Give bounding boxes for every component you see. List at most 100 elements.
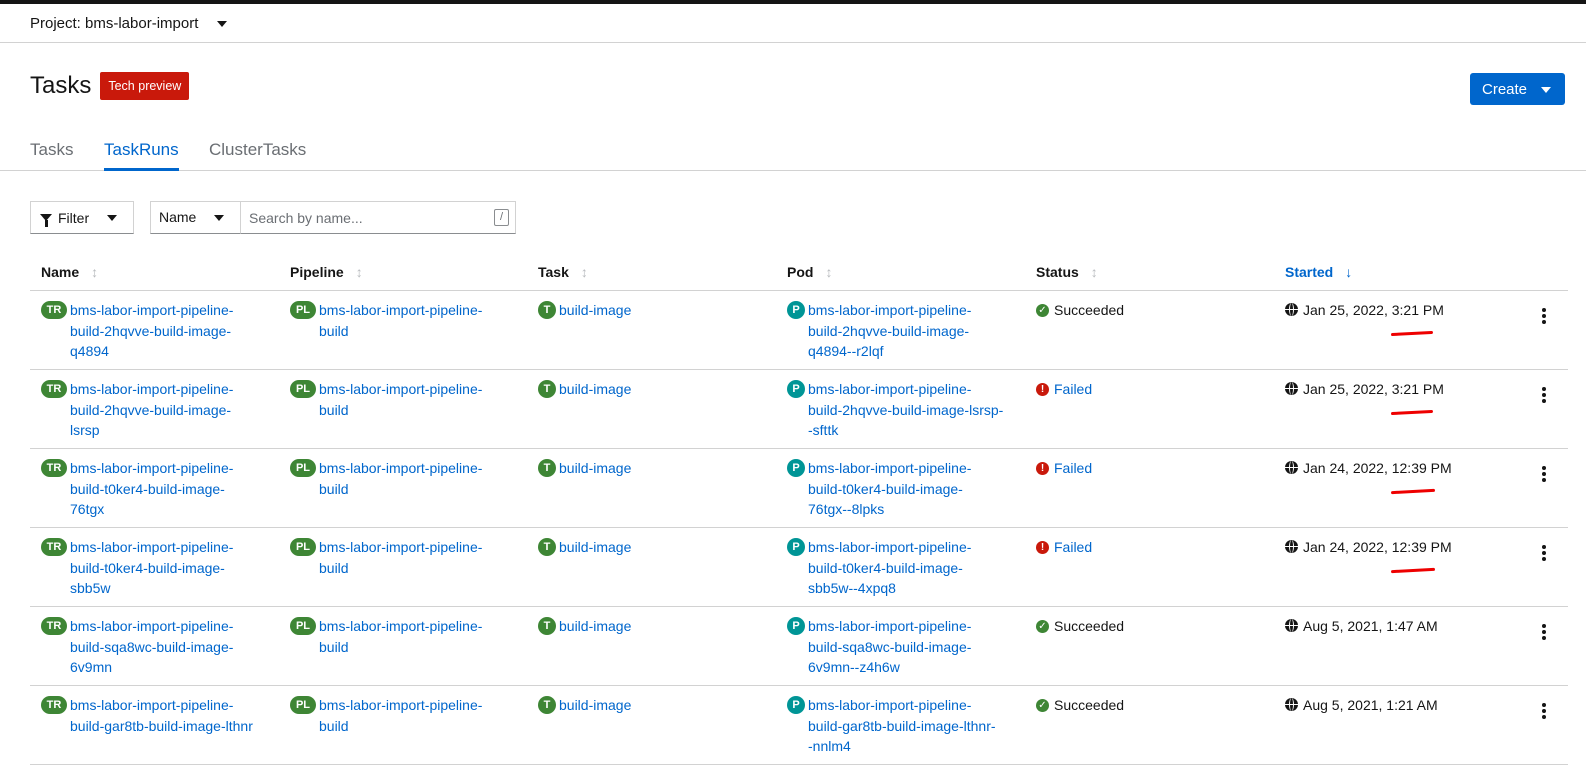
row-actions-kebab-icon[interactable] bbox=[1538, 385, 1550, 405]
taskrun-name-cell: TR bms-labor-import-pipeline- build-t0ker… bbox=[41, 537, 281, 599]
pod-icon: P bbox=[787, 301, 805, 319]
status-label: Succeeded bbox=[1054, 697, 1125, 713]
task-link[interactable]: build-image bbox=[559, 300, 631, 321]
pipeline-link[interactable]: bms-labor-import-pipeline- build bbox=[319, 616, 482, 657]
pod-link[interactable]: bms-labor-import-pipeline- build-gar8tb-… bbox=[808, 695, 996, 757]
check-circle-icon: ✓ bbox=[1036, 304, 1049, 317]
pod-link[interactable]: bms-labor-import-pipeline- build-2hqvve-… bbox=[808, 300, 971, 362]
task-cell: Tbuild-image bbox=[538, 695, 778, 716]
status-label[interactable]: Failed bbox=[1054, 458, 1092, 479]
sort-icon: ↕ bbox=[1090, 264, 1098, 280]
started-timestamp: Aug 5, 2021, 1:47 AM bbox=[1303, 618, 1438, 634]
pipeline-link[interactable]: bms-labor-import-pipeline- build bbox=[319, 458, 482, 499]
column-header-name[interactable]: Name ↕ bbox=[41, 264, 98, 280]
table-row: TR bms-labor-import-pipeline- build-t0ker… bbox=[30, 449, 1568, 528]
tab-tasks[interactable]: Tasks bbox=[30, 140, 73, 171]
row-actions-kebab-icon[interactable] bbox=[1538, 543, 1550, 563]
pod-cell: Pbms-labor-import-pipeline- build-sqa8wc… bbox=[787, 616, 1027, 678]
task-link[interactable]: build-image bbox=[559, 695, 631, 716]
project-selector[interactable]: Project: bms-labor-import bbox=[30, 15, 228, 32]
status-cell: ✓ Succeeded bbox=[1036, 616, 1276, 637]
status-label: Succeeded bbox=[1054, 618, 1125, 634]
table-row: TR bms-labor-import-pipeline- build-t0ker… bbox=[30, 528, 1568, 607]
page-header: Tasks Tech preview bbox=[30, 72, 190, 100]
pipeline-link[interactable]: bms-labor-import-pipeline- build bbox=[319, 379, 482, 420]
column-header-task[interactable]: Task ↕ bbox=[538, 264, 588, 280]
taskrun-icon: TR bbox=[41, 459, 67, 477]
taskrun-name-cell: TR bms-labor-import-pipeline- build-2hqvv… bbox=[41, 379, 281, 441]
filter-button[interactable]: Filter bbox=[30, 201, 134, 234]
column-header-name-label: Name bbox=[41, 264, 80, 280]
pipeline-link[interactable]: bms-labor-import-pipeline- build bbox=[319, 695, 482, 736]
taskrun-icon: TR bbox=[41, 696, 67, 714]
filter-icon bbox=[40, 214, 52, 227]
task-cell: Tbuild-image bbox=[538, 379, 778, 400]
table-row: TR bms-labor-import-pipeline- build-gar8t… bbox=[30, 686, 1568, 765]
exclamation-circle-icon: ! bbox=[1036, 383, 1049, 396]
tab-taskruns[interactable]: TaskRuns bbox=[104, 140, 179, 171]
page-title: Tasks bbox=[30, 72, 92, 99]
status-label[interactable]: Failed bbox=[1054, 379, 1092, 400]
column-header-started-label: Started bbox=[1285, 264, 1334, 280]
caret-down-icon bbox=[107, 215, 117, 221]
pod-link[interactable]: bms-labor-import-pipeline- build-2hqvve-… bbox=[808, 379, 1003, 441]
taskrun-icon: TR bbox=[41, 301, 67, 319]
task-icon: T bbox=[538, 380, 556, 398]
table-row: TR bms-labor-import-pipeline- build-sqa8w… bbox=[30, 607, 1568, 686]
pod-link[interactable]: bms-labor-import-pipeline- build-t0ker4-… bbox=[808, 537, 971, 599]
status-label[interactable]: Failed bbox=[1054, 537, 1092, 558]
search-input[interactable] bbox=[240, 201, 516, 234]
task-link[interactable]: build-image bbox=[559, 379, 631, 400]
tab-clustertasks[interactable]: ClusterTasks bbox=[209, 140, 306, 171]
pod-icon: P bbox=[787, 696, 805, 714]
annotation-underline bbox=[1390, 409, 1434, 416]
sort-descending-icon: ↓ bbox=[1345, 264, 1353, 280]
tech-preview-badge: Tech preview bbox=[100, 72, 190, 100]
column-header-pipeline[interactable]: Pipeline ↕ bbox=[290, 264, 363, 280]
task-link[interactable]: build-image bbox=[559, 537, 631, 558]
taskrun-link[interactable]: bms-labor-import-pipeline- build-sqa8wc-… bbox=[70, 616, 233, 678]
row-actions-kebab-icon[interactable] bbox=[1538, 464, 1550, 484]
taskrun-link[interactable]: bms-labor-import-pipeline- build-2hqvve-… bbox=[70, 379, 233, 441]
project-selector-label: Project: bms-labor-import bbox=[30, 15, 199, 32]
annotation-underline bbox=[1390, 567, 1436, 574]
create-button-label: Create bbox=[1482, 80, 1528, 98]
column-header-started[interactable]: Started ↓ bbox=[1285, 264, 1352, 280]
pod-link[interactable]: bms-labor-import-pipeline- build-sqa8wc-… bbox=[808, 616, 971, 678]
task-cell: Tbuild-image bbox=[538, 458, 778, 479]
pod-icon: P bbox=[787, 538, 805, 556]
task-cell: Tbuild-image bbox=[538, 300, 778, 321]
taskrun-link[interactable]: bms-labor-import-pipeline- build-t0ker4-… bbox=[70, 458, 233, 520]
pipeline-link[interactable]: bms-labor-import-pipeline- build bbox=[319, 300, 482, 341]
taskrun-link[interactable]: bms-labor-import-pipeline- build-2hqvve-… bbox=[70, 300, 233, 362]
globe-icon bbox=[1285, 382, 1298, 395]
pipeline-link[interactable]: bms-labor-import-pipeline- build bbox=[319, 537, 482, 578]
task-icon: T bbox=[538, 538, 556, 556]
globe-icon bbox=[1285, 461, 1298, 474]
pipeline-cell: PL bms-labor-import-pipeline- build bbox=[290, 379, 530, 420]
sort-icon: ↕ bbox=[580, 264, 588, 280]
filter-label: Filter bbox=[58, 209, 90, 226]
column-header-pod[interactable]: Pod ↕ bbox=[787, 264, 832, 280]
task-icon: T bbox=[538, 301, 556, 319]
pipeline-icon: PL bbox=[290, 696, 316, 714]
check-circle-icon: ✓ bbox=[1036, 620, 1049, 633]
create-button[interactable]: Create bbox=[1470, 73, 1565, 105]
row-actions-kebab-icon[interactable] bbox=[1538, 622, 1550, 642]
filter-type-select[interactable]: Name bbox=[150, 201, 241, 234]
task-link[interactable]: build-image bbox=[559, 458, 631, 479]
pod-link[interactable]: bms-labor-import-pipeline- build-t0ker4-… bbox=[808, 458, 971, 520]
caret-down-icon bbox=[214, 215, 224, 221]
taskrun-link[interactable]: bms-labor-import-pipeline- build-t0ker4-… bbox=[70, 537, 233, 599]
pod-cell: Pbms-labor-import-pipeline- build-gar8tb… bbox=[787, 695, 1027, 757]
globe-icon bbox=[1285, 540, 1298, 553]
taskrun-link[interactable]: bms-labor-import-pipeline- build-gar8tb-… bbox=[70, 695, 253, 736]
sort-icon: ↕ bbox=[825, 264, 833, 280]
row-actions-kebab-icon[interactable] bbox=[1538, 306, 1550, 326]
row-actions-kebab-icon[interactable] bbox=[1538, 701, 1550, 721]
task-link[interactable]: build-image bbox=[559, 616, 631, 637]
status-cell: ! Failed bbox=[1036, 379, 1276, 400]
column-header-status[interactable]: Status ↕ bbox=[1036, 264, 1098, 280]
pipeline-cell: PL bms-labor-import-pipeline- build bbox=[290, 695, 530, 736]
status-cell: ✓ Succeeded bbox=[1036, 695, 1276, 716]
